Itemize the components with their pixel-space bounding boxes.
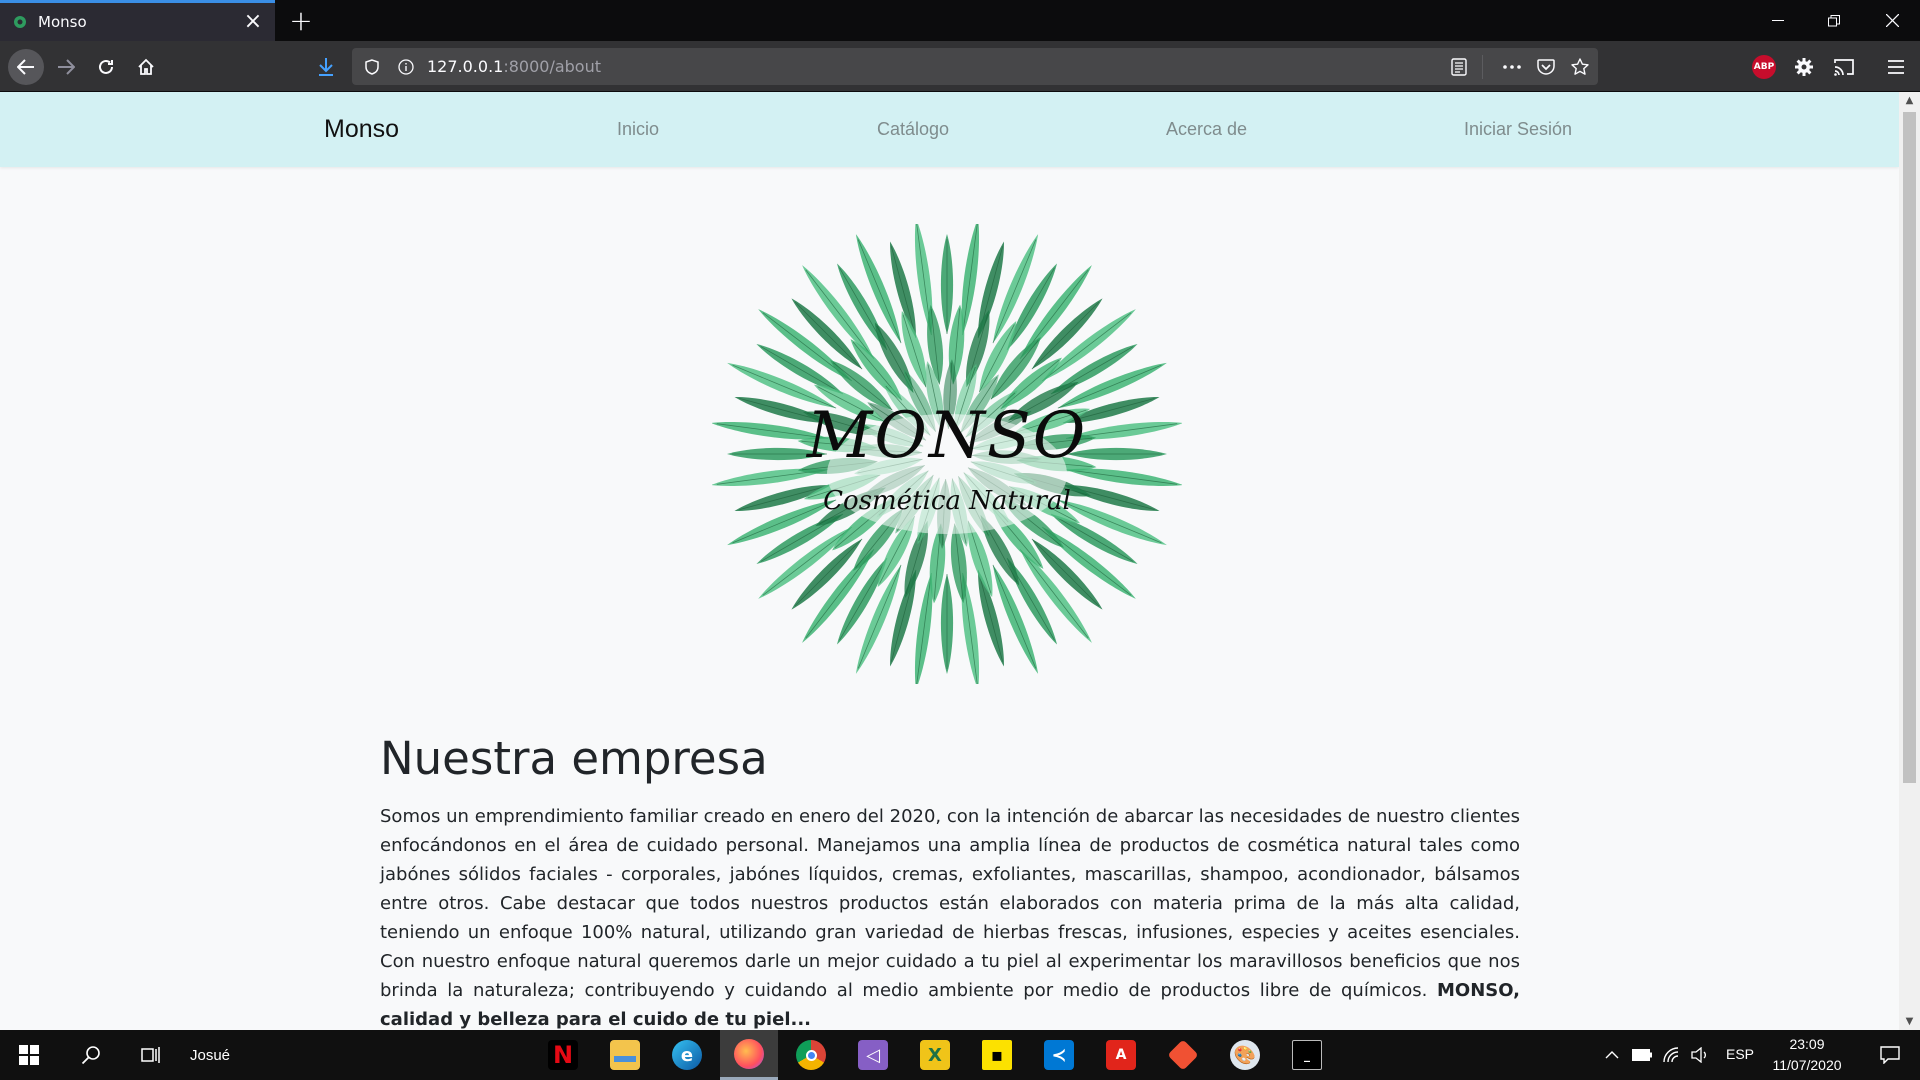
forward-button[interactable] <box>48 49 84 85</box>
logo-title: MONSO <box>806 399 1088 473</box>
about-body-text: Somos un emprendimiento familiar creado … <box>380 806 1520 1001</box>
acrobat-app-icon[interactable]: A <box>1092 1030 1150 1080</box>
clock-time[interactable]: 23:09 <box>1772 1036 1842 1052</box>
nav-link-iniciar-sesion[interactable]: Iniciar Sesión <box>1464 92 1572 167</box>
task-view-icon[interactable] <box>122 1030 178 1080</box>
paint-app-icon[interactable]: 🎨 <box>1216 1030 1274 1080</box>
site-navbar: Monso Inicio Catálogo Acerca de Iniciar … <box>0 92 1899 167</box>
scroll-thumb[interactable] <box>1903 112 1916 783</box>
reload-button[interactable] <box>88 49 124 85</box>
battery-icon[interactable] <box>1630 1030 1654 1080</box>
bookmark-star-icon[interactable] <box>1570 57 1590 77</box>
minimize-icon[interactable] <box>1750 0 1806 41</box>
site-brand-link[interactable]: Monso <box>324 92 399 167</box>
new-tab-button[interactable]: + <box>286 0 316 41</box>
windows-start-icon[interactable] <box>0 1030 58 1080</box>
urlbar-separator <box>1482 55 1483 79</box>
extension-gear-icon[interactable] <box>1786 49 1822 85</box>
about-heading: Nuestra empresa <box>380 732 768 785</box>
url-path: :8000/about <box>503 57 602 76</box>
restore-icon[interactable] <box>1806 0 1862 41</box>
file-explorer-app-icon[interactable] <box>596 1030 654 1080</box>
downloads-icon[interactable] <box>308 49 344 85</box>
volume-icon[interactable] <box>1688 1030 1712 1080</box>
address-bar[interactable]: 127.0.0.1:8000/about <box>352 48 1598 85</box>
netflix-app-icon[interactable]: N <box>534 1030 592 1080</box>
scroll-up-arrow-icon[interactable]: ▲ <box>1899 92 1920 109</box>
sticky-notes-app-icon[interactable]: ▪ <box>968 1030 1026 1080</box>
reader-view-icon[interactable] <box>1449 57 1469 77</box>
firefox-app-icon[interactable] <box>720 1030 778 1080</box>
input-language-indicator[interactable]: ESP <box>1726 1046 1754 1062</box>
pocket-icon[interactable] <box>1536 57 1556 77</box>
taskbar-username[interactable]: Josué <box>180 1030 240 1080</box>
browser-tab[interactable]: Monso × <box>0 0 275 41</box>
windows-taskbar: Josué N e ◁ X ▪ ≺ A 🎨 _ ESP 23:09 11/07/… <box>0 1030 1920 1080</box>
url-text[interactable]: 127.0.0.1:8000/about <box>427 48 601 85</box>
close-window-icon[interactable] <box>1864 0 1920 41</box>
cast-icon[interactable] <box>1826 49 1862 85</box>
show-hidden-icons-chevron-icon[interactable] <box>1600 1030 1624 1080</box>
taskbar-username-label: Josué <box>189 1046 231 1064</box>
site-info-icon[interactable] <box>396 57 416 77</box>
nav-link-catalogo[interactable]: Catálogo <box>877 92 949 167</box>
tab-strip: Monso × + <box>0 0 1920 41</box>
hamburger-menu-icon[interactable] <box>1878 49 1914 85</box>
wifi-icon[interactable] <box>1660 1030 1684 1080</box>
close-tab-icon[interactable]: × <box>243 11 263 33</box>
page-actions-menu-icon[interactable] <box>1502 57 1522 77</box>
edge-app-icon[interactable]: e <box>658 1030 716 1080</box>
web-page: Monso Inicio Catálogo Acerca de Iniciar … <box>0 92 1899 1030</box>
browser-toolbar: 127.0.0.1:8000/about ABP <box>0 41 1920 92</box>
terminal-app-icon[interactable]: _ <box>1278 1030 1336 1080</box>
tab-title: Monso <box>38 13 87 31</box>
site-favicon-icon <box>12 14 28 30</box>
nav-link-acerca-de[interactable]: Acerca de <box>1166 92 1247 167</box>
visual-studio-app-icon[interactable]: ◁ <box>844 1030 902 1080</box>
scroll-down-arrow-icon[interactable]: ▼ <box>1899 1013 1920 1030</box>
tracking-shield-icon[interactable] <box>362 57 382 77</box>
monso-logo: MONSO Cosmética Natural <box>711 218 1183 690</box>
excel-app-icon[interactable]: X <box>906 1030 964 1080</box>
gitkraken-app-icon[interactable] <box>1154 1030 1212 1080</box>
url-host: 127.0.0.1 <box>427 57 504 76</box>
notifications-icon[interactable] <box>1866 1030 1914 1080</box>
adblock-plus-icon[interactable]: ABP <box>1752 55 1776 79</box>
about-paragraph: Somos un emprendimiento familiar creado … <box>380 802 1520 1030</box>
search-icon[interactable] <box>62 1030 120 1080</box>
vscode-app-icon[interactable]: ≺ <box>1030 1030 1088 1080</box>
nav-link-inicio[interactable]: Inicio <box>617 92 659 167</box>
chrome-app-icon[interactable] <box>782 1030 840 1080</box>
logo-subtitle: Cosmética Natural <box>823 486 1071 516</box>
page-scrollbar[interactable]: ▲ ▼ <box>1899 92 1920 1030</box>
back-button[interactable] <box>8 49 44 85</box>
clock-date[interactable]: 11/07/2020 <box>1766 1057 1848 1073</box>
home-button[interactable] <box>128 49 164 85</box>
